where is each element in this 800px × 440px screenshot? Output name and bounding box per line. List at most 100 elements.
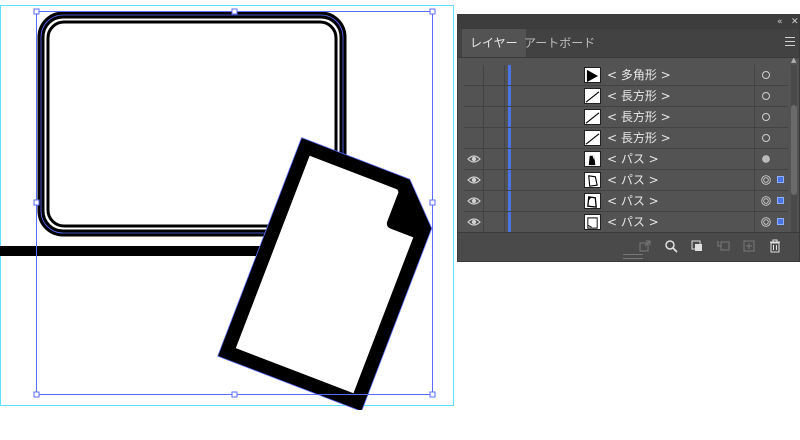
layer-row[interactable]: < 長方形 > bbox=[464, 128, 788, 149]
lock-toggle[interactable] bbox=[484, 170, 505, 190]
layer-row[interactable]: < パス > bbox=[464, 212, 788, 233]
eye-icon bbox=[467, 176, 481, 184]
lock-toggle[interactable] bbox=[484, 65, 505, 85]
selection-indicator[interactable] bbox=[777, 197, 784, 204]
visibility-toggle[interactable] bbox=[464, 170, 484, 190]
layer-name[interactable]: < パス > bbox=[607, 191, 659, 211]
handle-top-left[interactable] bbox=[33, 8, 40, 15]
layers-list: < 多角形 > < 長方形 > < 長方形 > < 長方形 > < パス > < パス >… bbox=[464, 65, 788, 235]
search-icon[interactable] bbox=[664, 239, 678, 253]
eye-icon bbox=[467, 155, 481, 163]
lock-toggle[interactable] bbox=[484, 86, 505, 106]
handle-bottom-right[interactable] bbox=[429, 391, 436, 398]
layer-name[interactable]: < パス > bbox=[607, 212, 659, 232]
close-panel-button[interactable]: ✕ bbox=[791, 15, 799, 29]
page-icon-shape[interactable] bbox=[217, 137, 446, 410]
lock-toggle[interactable] bbox=[484, 128, 505, 148]
artboard-canvas[interactable] bbox=[0, 0, 455, 410]
selection-indicator[interactable] bbox=[777, 176, 784, 183]
trash-icon[interactable] bbox=[768, 239, 782, 253]
lock-toggle[interactable] bbox=[484, 149, 505, 169]
layer-color-bar bbox=[508, 212, 511, 232]
visibility-toggle[interactable] bbox=[464, 86, 484, 106]
handle-bottom-center[interactable] bbox=[231, 391, 238, 398]
layer-thumbnail bbox=[584, 130, 601, 146]
eye-icon bbox=[467, 197, 481, 205]
layer-thumbnail bbox=[584, 214, 601, 230]
layers-panel: « ✕ レイヤー アートボード < 多角形 > < 長方形 > < 長方形 > < 長… bbox=[457, 14, 800, 262]
layer-color-bar bbox=[508, 149, 511, 169]
layer-thumbnail bbox=[584, 88, 601, 104]
selection-indicator[interactable] bbox=[777, 218, 784, 225]
row-separator bbox=[754, 212, 755, 232]
visibility-toggle[interactable] bbox=[464, 128, 484, 148]
row-separator bbox=[754, 149, 755, 169]
row-separator bbox=[754, 191, 755, 211]
panel-tabs: レイヤー アートボード bbox=[458, 29, 799, 58]
layer-thumbnail bbox=[584, 172, 601, 188]
panel-titlebar: « ✕ bbox=[458, 15, 799, 29]
scroll-up-icon[interactable]: ▲ bbox=[791, 57, 797, 64]
target-circle-icon[interactable] bbox=[761, 175, 771, 185]
collapse-panel-button[interactable]: « bbox=[777, 15, 783, 29]
black-bar-shape[interactable] bbox=[0, 246, 265, 256]
layer-thumbnail bbox=[584, 193, 601, 209]
handle-top-center[interactable] bbox=[231, 8, 238, 15]
eye-icon bbox=[467, 218, 481, 226]
handle-top-right[interactable] bbox=[429, 8, 436, 15]
handle-bottom-left[interactable] bbox=[33, 391, 40, 398]
handle-middle-right[interactable] bbox=[429, 199, 436, 206]
row-separator bbox=[754, 128, 755, 148]
layer-color-bar bbox=[508, 107, 511, 127]
target-circle-icon[interactable] bbox=[761, 70, 771, 80]
lock-toggle[interactable] bbox=[484, 212, 505, 232]
target-circle-icon[interactable] bbox=[761, 133, 771, 143]
row-separator bbox=[754, 170, 755, 190]
tab-artboards[interactable]: アートボード bbox=[516, 29, 603, 57]
layer-row[interactable]: < パス > bbox=[464, 149, 788, 170]
row-separator bbox=[754, 107, 755, 127]
layer-name[interactable]: < 長方形 > bbox=[607, 128, 671, 148]
layer-color-bar bbox=[508, 191, 511, 211]
layer-row[interactable]: < パス > bbox=[464, 191, 788, 212]
export-icon[interactable] bbox=[638, 239, 652, 253]
visibility-toggle[interactable] bbox=[464, 149, 484, 169]
lock-toggle[interactable] bbox=[484, 191, 505, 211]
visibility-toggle[interactable] bbox=[464, 212, 484, 232]
target-circle-icon[interactable] bbox=[761, 154, 771, 164]
layer-name[interactable]: < 多角形 > bbox=[607, 65, 671, 85]
layer-row[interactable]: < パス > bbox=[464, 170, 788, 191]
visibility-toggle[interactable] bbox=[464, 191, 484, 211]
new-sublayer-icon[interactable] bbox=[716, 239, 730, 253]
target-circle-icon[interactable] bbox=[761, 217, 771, 227]
layer-name[interactable]: < 長方形 > bbox=[607, 86, 671, 106]
layer-row[interactable]: < 長方形 > bbox=[464, 86, 788, 107]
clipping-mask-icon[interactable] bbox=[690, 239, 704, 253]
layer-row[interactable]: < 長方形 > bbox=[464, 107, 788, 128]
layer-row[interactable]: < 多角形 > bbox=[464, 65, 788, 86]
lock-toggle[interactable] bbox=[484, 107, 505, 127]
layer-thumbnail bbox=[584, 67, 601, 83]
new-layer-icon[interactable] bbox=[742, 239, 756, 253]
row-separator bbox=[754, 65, 755, 85]
visibility-toggle[interactable] bbox=[464, 107, 484, 127]
layer-color-bar bbox=[508, 128, 511, 148]
layer-thumbnail bbox=[584, 151, 601, 167]
target-circle-icon[interactable] bbox=[761, 196, 771, 206]
layer-color-bar bbox=[508, 86, 511, 106]
layer-name[interactable]: < パス > bbox=[607, 149, 659, 169]
layer-color-bar bbox=[508, 65, 511, 85]
panel-footer bbox=[458, 232, 799, 261]
panel-resize-grip[interactable] bbox=[623, 254, 643, 259]
row-separator bbox=[754, 86, 755, 106]
layer-name[interactable]: < 長方形 > bbox=[607, 107, 671, 127]
scrollbar-thumb[interactable] bbox=[791, 105, 797, 195]
hamburger-menu-icon[interactable] bbox=[785, 37, 795, 46]
target-circle-icon[interactable] bbox=[761, 91, 771, 101]
visibility-toggle[interactable] bbox=[464, 65, 484, 85]
layer-color-bar bbox=[508, 170, 511, 190]
handle-middle-left[interactable] bbox=[33, 199, 40, 206]
layers-scrollbar[interactable]: ▲ ▼ bbox=[791, 57, 797, 244]
target-circle-icon[interactable] bbox=[761, 112, 771, 122]
layer-name[interactable]: < パス > bbox=[607, 170, 659, 190]
